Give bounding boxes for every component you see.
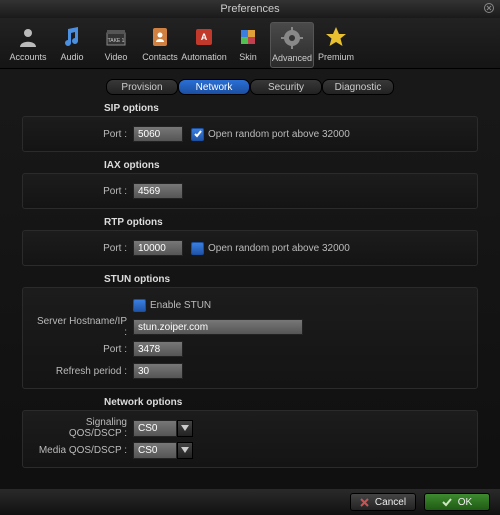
toolbar-contacts[interactable]: Contacts: [138, 22, 182, 68]
toolbar-label: Skin: [239, 52, 257, 62]
palette-icon: [235, 24, 261, 50]
rtp-random-checkbox[interactable]: [191, 242, 204, 255]
toolbar-label: Audio: [60, 52, 83, 62]
close-icon[interactable]: [484, 3, 496, 15]
toolbar-automation[interactable]: A Automation: [182, 22, 226, 68]
toolbar-label: Automation: [181, 52, 227, 62]
music-note-icon: [59, 24, 85, 50]
sip-section: Port : Open random port above 32000: [22, 116, 478, 152]
stun-section: Enable STUN Server Hostname/IP : Port : …: [22, 287, 478, 389]
iax-port-input[interactable]: [133, 183, 183, 199]
sip-port-label: Port :: [33, 129, 133, 140]
footer-bar: Cancel OK: [0, 489, 500, 515]
signaling-dscp-select[interactable]: CS0: [133, 420, 193, 437]
address-book-icon: [147, 24, 173, 50]
sip-section-title: SIP options: [104, 103, 478, 114]
stun-port-input[interactable]: [133, 341, 183, 357]
svg-text:TAKE 1: TAKE 1: [108, 38, 125, 44]
subtab-bar: Provision Network Security Diagnostic: [0, 79, 500, 95]
stun-refresh-label: Refresh period :: [33, 366, 133, 377]
sip-port-input[interactable]: [133, 126, 183, 142]
ok-button[interactable]: OK: [424, 493, 490, 511]
toolbar-advanced[interactable]: Advanced: [270, 22, 314, 68]
window-title: Preferences: [220, 3, 279, 15]
stun-enable-checkbox[interactable]: [133, 299, 146, 312]
stun-host-input[interactable]: [133, 319, 303, 335]
cancel-button[interactable]: Cancel: [350, 493, 416, 511]
stun-enable-label: Enable STUN: [150, 300, 211, 311]
title-bar: Preferences: [0, 0, 500, 18]
network-section-title: Network options: [104, 397, 478, 408]
tab-provision[interactable]: Provision: [106, 79, 178, 95]
clapperboard-icon: TAKE 1: [103, 24, 129, 50]
category-toolbar: Accounts Audio TAKE 1 Video Contacts A A…: [0, 18, 500, 69]
sip-random-label: Open random port above 32000: [208, 129, 350, 140]
media-dscp-label: Media QOS/DSCP :: [33, 445, 133, 456]
toolbar-label: Contacts: [142, 52, 178, 62]
ok-label: OK: [458, 497, 472, 508]
toolbar-audio[interactable]: Audio: [50, 22, 94, 68]
gear-icon: [279, 25, 305, 51]
automation-icon: A: [191, 24, 217, 50]
network-section: Signaling QOS/DSCP : CS0 Media QOS/DSCP …: [22, 410, 478, 468]
toolbar-skin[interactable]: Skin: [226, 22, 270, 68]
stun-refresh-input[interactable]: [133, 363, 183, 379]
signaling-dscp-label: Signaling QOS/DSCP :: [33, 417, 133, 439]
toolbar-video[interactable]: TAKE 1 Video: [94, 22, 138, 68]
person-icon: [15, 24, 41, 50]
rtp-port-input[interactable]: [133, 240, 183, 256]
cross-icon: [360, 498, 369, 507]
iax-section: Port :: [22, 173, 478, 209]
tab-security[interactable]: Security: [250, 79, 322, 95]
iax-port-label: Port :: [33, 186, 133, 197]
stun-section-title: STUN options: [104, 274, 478, 285]
tab-network[interactable]: Network: [178, 79, 250, 95]
rtp-port-label: Port :: [33, 243, 133, 254]
stun-port-label: Port :: [33, 344, 133, 355]
toolbar-label: Video: [105, 52, 128, 62]
iax-section-title: IAX options: [104, 160, 478, 171]
svg-text:A: A: [201, 32, 208, 42]
sip-random-checkbox[interactable]: [191, 128, 204, 141]
tab-diagnostic[interactable]: Diagnostic: [322, 79, 394, 95]
toolbar-label: Accounts: [9, 52, 46, 62]
check-icon: [442, 498, 452, 507]
toolbar-accounts[interactable]: Accounts: [6, 22, 50, 68]
stun-host-label: Server Hostname/IP :: [33, 316, 133, 338]
chevron-down-icon[interactable]: [177, 442, 193, 459]
rtp-section-title: RTP options: [104, 217, 478, 228]
chevron-down-icon[interactable]: [177, 420, 193, 437]
rtp-random-label: Open random port above 32000: [208, 243, 350, 254]
toolbar-label: Advanced: [272, 53, 312, 63]
rtp-section: Port : Open random port above 32000: [22, 230, 478, 266]
toolbar-premium[interactable]: Premium: [314, 22, 358, 68]
toolbar-label: Premium: [318, 52, 354, 62]
cancel-label: Cancel: [375, 497, 406, 508]
media-dscp-select[interactable]: CS0: [133, 442, 193, 459]
star-icon: [323, 24, 349, 50]
